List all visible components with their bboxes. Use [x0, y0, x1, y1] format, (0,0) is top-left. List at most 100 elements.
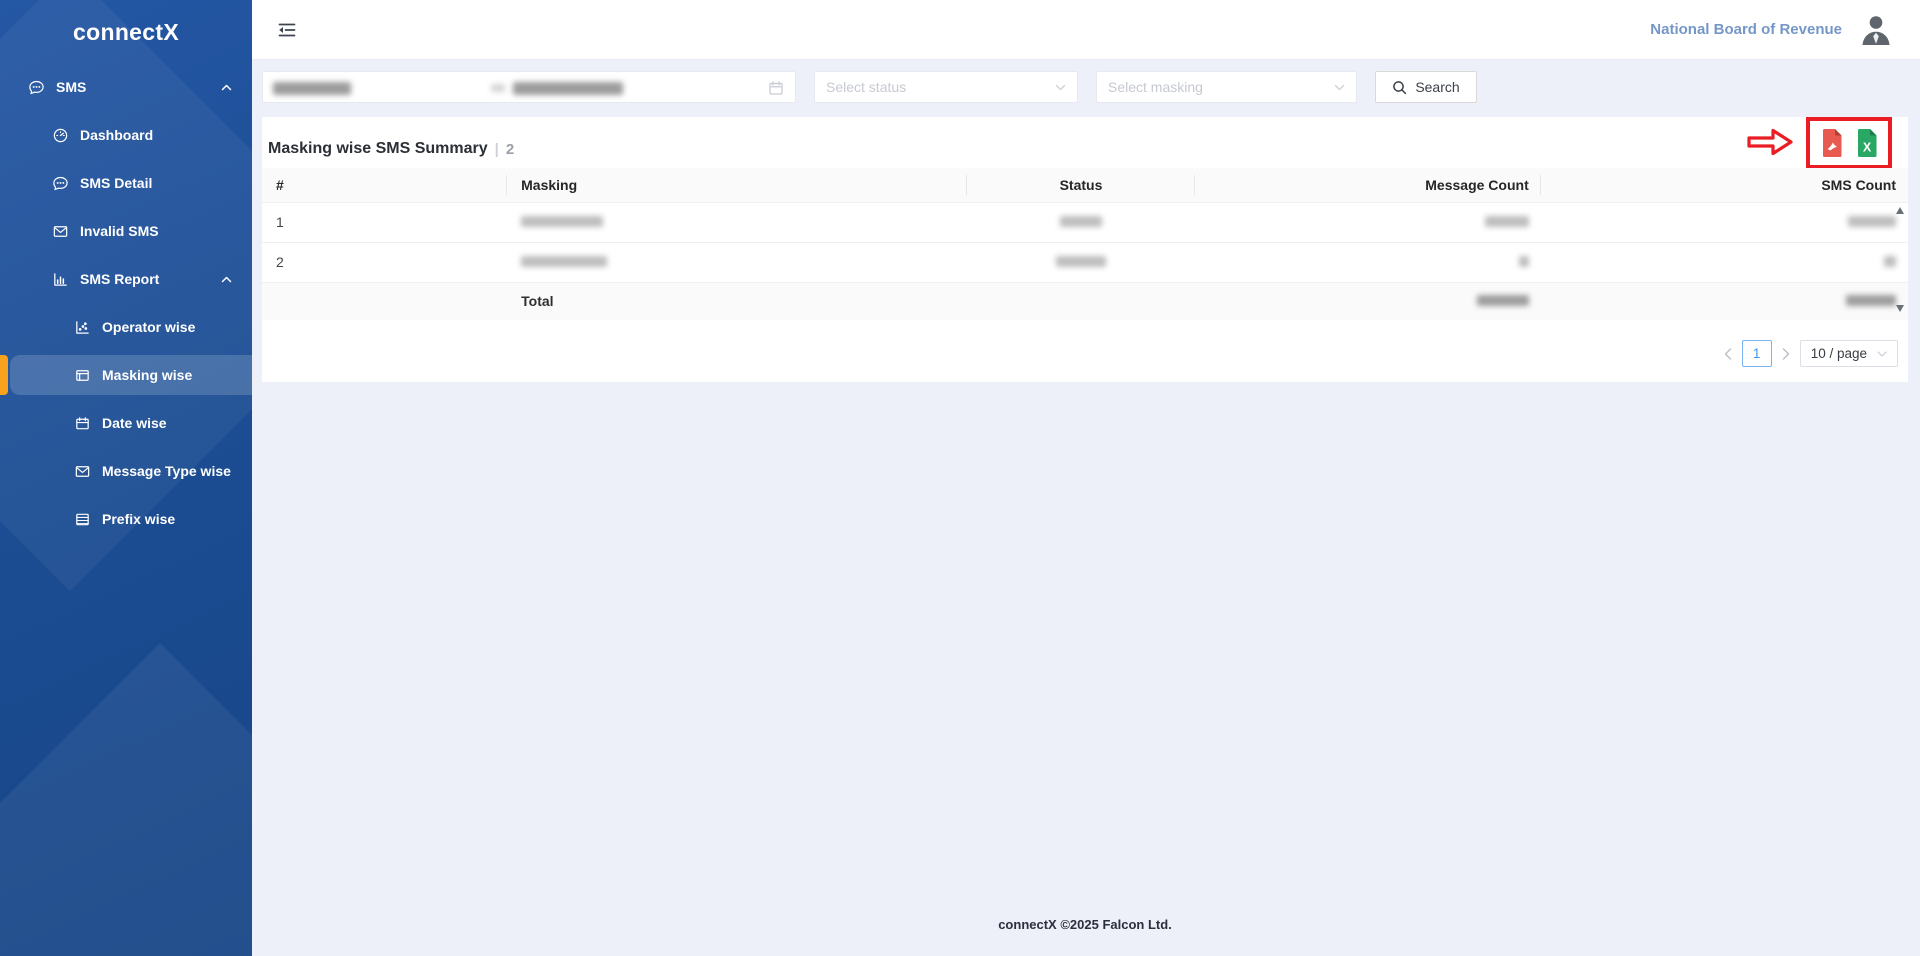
status-select[interactable]: Select status: [814, 71, 1078, 103]
sidebar-item-message-type-wise[interactable]: Message Type wise: [0, 451, 252, 491]
pagination-page-1[interactable]: 1: [1742, 340, 1772, 367]
cell-status-redacted: [967, 242, 1194, 282]
date-range-picker[interactable]: [262, 71, 796, 103]
cell-masking-redacted: [507, 242, 967, 282]
sidebar-nav: SMS Dashboard SMS Detail: [0, 64, 252, 539]
topbar: National Board of Revenue: [252, 0, 1920, 60]
table-header-row: # Masking Status Message Count SMS Count: [262, 168, 1908, 202]
sidebar-item-invalid-sms[interactable]: Invalid SMS: [0, 211, 252, 251]
title-separator: |: [495, 141, 499, 158]
svg-text:X: X: [1862, 141, 1871, 155]
sidebar-item-label: Date wise: [102, 415, 167, 431]
brand-logo: connectX: [0, 0, 252, 64]
content: Select status Select masking Search: [252, 60, 1920, 956]
sidebar-collapse-button[interactable]: [276, 19, 298, 41]
cell-sms-count-redacted: [1541, 242, 1908, 282]
sidebar-item-label: Operator wise: [102, 319, 195, 335]
summary-panel: Masking wise SMS Summary | 2: [262, 117, 1908, 382]
cell-serial: 1: [262, 202, 507, 242]
record-count: 2: [506, 141, 514, 158]
cell-masking-redacted: [507, 202, 967, 242]
table-scroll-up-arrow[interactable]: [1896, 207, 1904, 214]
sidebar-item-prefix-wise[interactable]: Prefix wise: [0, 499, 252, 539]
sms-chat-icon: [28, 79, 45, 96]
sidebar-item-label: Prefix wise: [102, 511, 175, 527]
cell-status-redacted: [967, 202, 1194, 242]
table-row: 2: [262, 242, 1908, 282]
red-arrow-annotation-icon: [1746, 127, 1794, 157]
invalid-sms-icon: [52, 223, 69, 240]
user-avatar-icon[interactable]: [1858, 13, 1894, 47]
pagination-prev-button[interactable]: [1722, 348, 1734, 360]
red-box-annotation: X: [1806, 117, 1892, 169]
page-size-value: 10 / page: [1811, 346, 1867, 361]
sidebar-item-label: Invalid SMS: [80, 223, 159, 239]
panel-header: Masking wise SMS Summary | 2: [262, 117, 1908, 168]
search-button[interactable]: Search: [1375, 71, 1477, 103]
page-size-select[interactable]: 10 / page: [1800, 340, 1898, 367]
sidebar-item-sms-report[interactable]: SMS Report: [0, 259, 252, 299]
pagination-next-button[interactable]: [1780, 348, 1792, 360]
table-row: 1: [262, 202, 1908, 242]
sidebar-item-sms[interactable]: SMS: [0, 67, 252, 107]
sidebar-item-label: SMS Detail: [80, 175, 152, 191]
sidebar-item-label: Masking wise: [102, 367, 192, 383]
magnifier-icon: [1392, 80, 1407, 95]
masking-wise-icon: [74, 367, 91, 384]
masking-select[interactable]: Select masking: [1096, 71, 1357, 103]
sms-report-icon: [52, 271, 69, 288]
sidebar-item-sms-detail[interactable]: SMS Detail: [0, 163, 252, 203]
sidebar-item-masking-wise[interactable]: Masking wise: [10, 355, 252, 395]
organization-name: National Board of Revenue: [1650, 21, 1842, 38]
sms-detail-icon: [52, 175, 69, 192]
status-select-placeholder: Select status: [826, 79, 906, 95]
sidebar-item-label: Message Type wise: [102, 463, 231, 479]
page-title: Masking wise SMS Summary: [268, 140, 488, 158]
sidebar-item-label: SMS Report: [80, 271, 159, 287]
filter-bar: Select status Select masking Search: [262, 71, 1908, 103]
app-root: connectX SMS Dashboard: [0, 0, 1920, 956]
cell-serial: 2: [262, 242, 507, 282]
table-total-row: Total: [262, 282, 1908, 320]
date-separator-redacted: [491, 84, 505, 92]
cell-message-count-redacted: [1195, 242, 1541, 282]
chevron-down-icon: [1055, 84, 1066, 91]
col-status: Status: [967, 168, 1194, 202]
sidebar-item-operator-wise[interactable]: Operator wise: [0, 307, 252, 347]
operator-wise-icon: [74, 319, 91, 336]
chevron-down-icon: [1877, 351, 1887, 357]
prefix-wise-icon: [74, 511, 91, 528]
cell-total-sms-count-redacted: [1541, 282, 1908, 320]
export-annotation: X: [1746, 117, 1892, 169]
chevron-up-icon: [221, 84, 232, 91]
col-masking: Masking: [507, 168, 967, 202]
table-scroll-down-arrow[interactable]: [1896, 305, 1904, 312]
masking-select-placeholder: Select masking: [1108, 79, 1203, 95]
excel-export-icon[interactable]: X: [1855, 128, 1879, 158]
date-wise-icon: [74, 415, 91, 432]
pdf-export-icon[interactable]: [1820, 128, 1844, 158]
col-sms-count: SMS Count: [1541, 168, 1908, 202]
sidebar: connectX SMS Dashboard: [0, 0, 252, 956]
sidebar-item-label: Dashboard: [80, 127, 153, 143]
col-serial: #: [262, 168, 507, 202]
sidebar-item-label: SMS: [56, 79, 86, 95]
chevron-down-icon: [1334, 84, 1345, 91]
calendar-icon: [768, 80, 784, 96]
cell-sms-count-redacted: [1541, 202, 1908, 242]
cell-message-count-redacted: [1195, 202, 1541, 242]
end-date-redacted: [513, 82, 623, 95]
cell-total-message-count-redacted: [1195, 282, 1541, 320]
menu-fold-icon: [276, 19, 298, 41]
sidebar-item-dashboard[interactable]: Dashboard: [0, 115, 252, 155]
cell-empty: [967, 282, 1194, 320]
chevron-up-icon: [221, 276, 232, 283]
chevron-left-icon: [1724, 348, 1732, 360]
search-button-label: Search: [1415, 79, 1459, 95]
cell-total-label: Total: [507, 282, 967, 320]
sidebar-item-date-wise[interactable]: Date wise: [0, 403, 252, 443]
main-area: National Board of Revenue S: [252, 0, 1920, 956]
summary-table: # Masking Status Message Count SMS Count…: [262, 168, 1908, 320]
message-type-wise-icon: [74, 463, 91, 480]
dashboard-icon: [52, 127, 69, 144]
